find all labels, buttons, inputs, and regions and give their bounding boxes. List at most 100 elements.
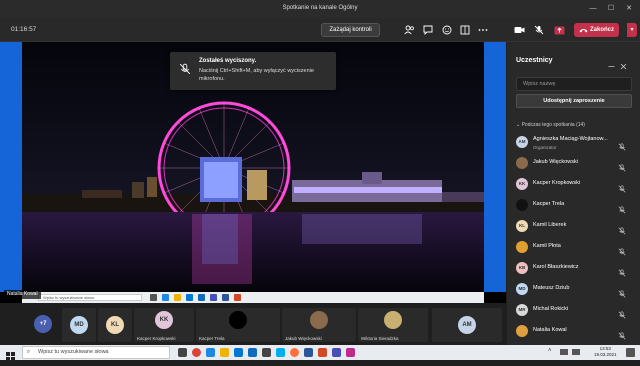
share-invite-label: Udostępnij zaproszenie: [543, 98, 605, 104]
maximize-button[interactable]: ☐: [604, 3, 618, 15]
participant-row[interactable]: Jakub Więckowski: [516, 155, 638, 175]
participant-name: Karol Błaszkiewicz: [533, 264, 579, 270]
leave-button[interactable]: Zakończ: [574, 23, 619, 37]
toast-title: Zostałeś wyciszony.: [199, 58, 257, 64]
share-screen-icon[interactable]: [552, 23, 566, 37]
gallery-tile[interactable]: Wiktoria Sieradzka: [358, 308, 428, 342]
firefox-icon[interactable]: [290, 348, 299, 357]
mic-muted-icon: [618, 222, 626, 240]
task-view-icon: [150, 294, 157, 301]
taskbar-search[interactable]: ⌕ Wpisz tu wyszukiwane słowa: [22, 346, 170, 359]
taskbar-search-label: Wpisz tu wyszukiwane słowa: [38, 349, 109, 355]
taskbar-clock[interactable]: 13:53 19.03.2021: [594, 346, 617, 358]
gallery-tile[interactable]: Jakub Więckowski: [282, 308, 356, 342]
avatar: [384, 311, 402, 329]
mic-muted-icon[interactable]: [532, 23, 546, 37]
mic-muted-icon: [618, 264, 626, 282]
mic-muted-icon: [618, 285, 626, 303]
word-icon: [222, 294, 229, 301]
participant-name: Jakub Więckowski: [533, 159, 578, 165]
skype-icon[interactable]: [276, 348, 285, 357]
edge-icon: [162, 294, 169, 301]
participant-name: Jakub Więckowski: [285, 336, 322, 341]
edge-icon[interactable]: [206, 348, 215, 357]
more-participants-badge[interactable]: +7: [34, 315, 52, 333]
gallery-tile[interactable]: AM: [432, 308, 502, 342]
speaker-name-tag: Natalia Kowal: [4, 290, 41, 299]
leave-label: Zakończ: [590, 27, 615, 33]
request-control-button[interactable]: Zażądaj kontroli: [321, 23, 380, 37]
app-icon[interactable]: [346, 348, 355, 357]
task-view-icon[interactable]: [178, 348, 187, 357]
mic-muted-icon: [618, 243, 626, 261]
participant-row[interactable]: MR Michał Rokicki: [516, 302, 638, 322]
close-panel-icon[interactable]: [620, 57, 627, 75]
network-icon[interactable]: [560, 349, 568, 355]
share-invite-button[interactable]: Udostępnij zaproszenie: [516, 94, 632, 108]
meeting-timer: 01:16:57: [11, 26, 37, 33]
minimize-button[interactable]: —: [586, 3, 600, 15]
mic-muted-icon: [618, 180, 626, 198]
store-icon[interactable]: [234, 348, 243, 357]
participant-name: Mateusz Dziub: [533, 285, 570, 291]
chat-icon[interactable]: [421, 23, 435, 37]
mic-muted-icon: [618, 138, 626, 156]
avatar: KL: [106, 316, 124, 334]
folder-icon: [174, 294, 181, 301]
participant-row[interactable]: Kamil Płota: [516, 239, 638, 259]
participants-icon[interactable]: [402, 23, 416, 37]
gallery-tile[interactable]: MD: [62, 308, 96, 342]
notifications-icon[interactable]: [626, 348, 635, 357]
word-icon[interactable]: [304, 348, 313, 357]
participant-name: Kacper Kropkowski: [533, 180, 581, 186]
mail-icon[interactable]: [248, 348, 257, 357]
mail-icon: [198, 294, 205, 301]
participant-row[interactable]: Kacper Trela: [516, 197, 638, 217]
chrome-icon[interactable]: [192, 348, 201, 357]
shared-screen-border-right: [484, 42, 506, 292]
in-meeting-section[interactable]: ⌄ Podczas tego spotkania (14): [516, 122, 585, 128]
gallery-tile[interactable]: KK Kacper Kropkowski: [134, 308, 194, 342]
mic-muted-icon: [618, 201, 626, 219]
participant-name: Kamil Płota: [533, 243, 561, 249]
participant-name: Kacper Kropkowski: [137, 336, 176, 341]
camera-icon[interactable]: [512, 23, 526, 37]
file-explorer-icon[interactable]: [220, 348, 229, 357]
windows-start-icon[interactable]: [6, 348, 15, 366]
mic-muted-icon: [618, 159, 626, 177]
avatar: [516, 199, 528, 211]
panel-title: Uczestnicy: [516, 57, 553, 64]
participant-row[interactable]: MD Mateusz Dziub: [516, 281, 638, 301]
participant-row[interactable]: KB Karol Błaszkiewicz: [516, 260, 638, 280]
powerpoint-icon: [234, 294, 241, 301]
tray-chevron-icon[interactable]: ˄: [548, 348, 552, 354]
reactions-icon[interactable]: [440, 23, 454, 37]
settings-icon[interactable]: [262, 348, 271, 357]
powerpoint-icon[interactable]: [318, 348, 327, 357]
mic-muted-icon: [618, 306, 626, 324]
breakout-rooms-icon[interactable]: [458, 23, 472, 37]
gallery-tile[interactable]: Kacper Trela: [196, 308, 280, 342]
mic-muted-icon: [179, 62, 191, 80]
volume-icon[interactable]: [572, 349, 580, 355]
avatar: KK: [516, 178, 528, 190]
teams-icon[interactable]: [332, 348, 341, 357]
close-window-button[interactable]: ✕: [622, 3, 636, 15]
more-options-icon[interactable]: [476, 23, 490, 37]
participant-row[interactable]: AM Agnieszka Maciąg-Wojtanow... Organizato…: [516, 134, 638, 154]
participant-name: Wiktoria Sieradzka: [361, 336, 399, 341]
avatar: KB: [516, 262, 528, 274]
participant-row[interactable]: KK Kacper Kropkowski: [516, 176, 638, 196]
leave-options-chevron-icon[interactable]: ▾: [627, 23, 637, 37]
store-icon: [186, 294, 193, 301]
popout-icon[interactable]: [608, 57, 615, 75]
participant-role: Organizator: [533, 145, 557, 150]
participant-row[interactable]: KL Kamil Liberek: [516, 218, 638, 238]
section-label: Podczas tego spotkania (14): [521, 122, 585, 128]
participant-row[interactable]: Natalia Kowal: [516, 323, 638, 343]
avatar: MD: [70, 316, 88, 334]
gallery-tile[interactable]: KL: [98, 308, 132, 342]
participant-search-input[interactable]: Wpisz nazwę: [516, 77, 632, 91]
clock-date: 19.03.2021: [594, 352, 617, 357]
shared-screen-taskbar: Wpisz tu wyszukiwane słowo: [22, 292, 484, 303]
